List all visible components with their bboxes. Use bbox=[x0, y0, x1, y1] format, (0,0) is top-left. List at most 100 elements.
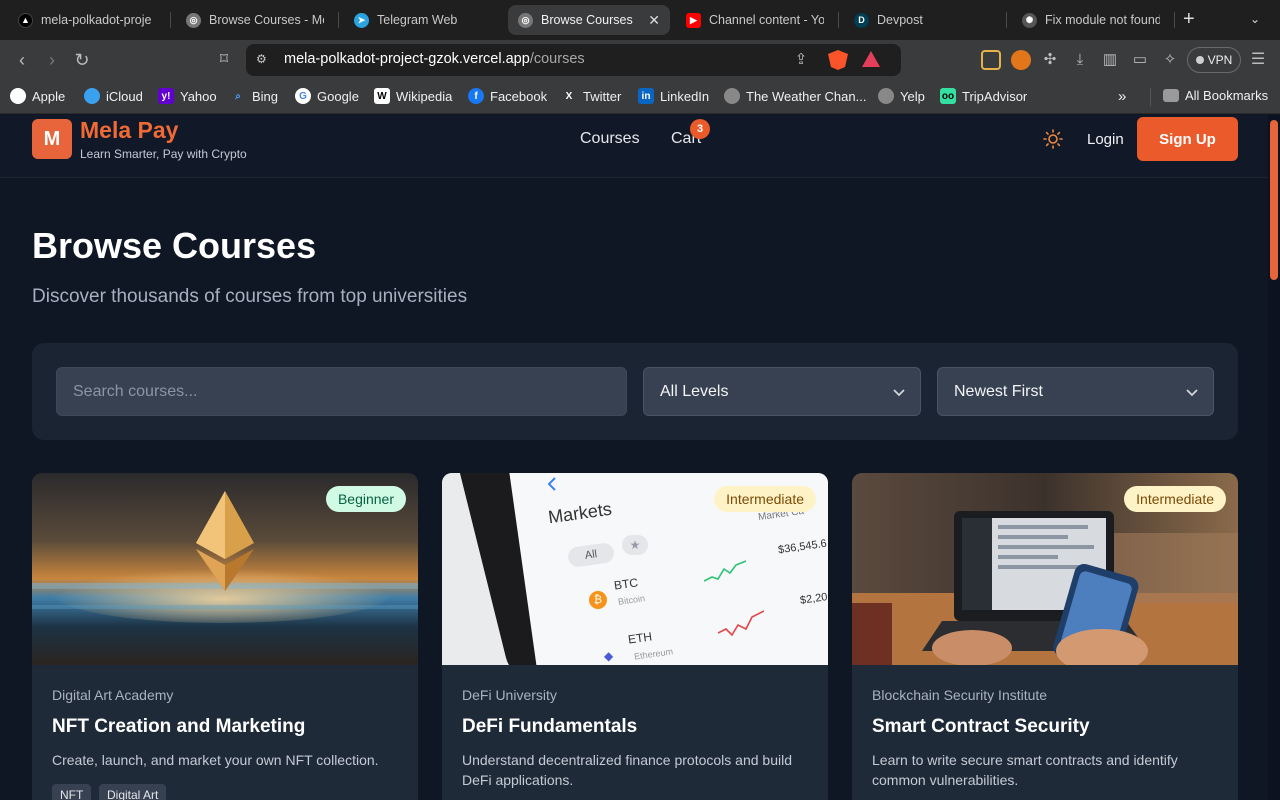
bookmark-wikipedia[interactable]: W Wikipedia bbox=[374, 88, 452, 104]
theme-toggle-sun-icon[interactable] bbox=[1043, 129, 1063, 149]
vpn-status-icon bbox=[1195, 56, 1204, 64]
bookmark-tripadvisor[interactable]: oo TripAdvisor bbox=[940, 88, 1027, 104]
course-description: Understand decentralized finance protoco… bbox=[462, 752, 792, 788]
icloud-icon bbox=[84, 88, 100, 104]
eth-sparkline bbox=[718, 610, 764, 637]
back-icon[interactable]: ‹ bbox=[10, 48, 34, 72]
brand-tagline: Learn Smarter, Pay with Crypto bbox=[80, 147, 247, 161]
course-card[interactable]: Markets Market Ca All ★ ₿ BTC Bitcoin $3… bbox=[442, 473, 828, 800]
tab-telegram[interactable]: ➤ Telegram Web bbox=[344, 5, 502, 35]
browser-tab-bar: ▲ mela-polkadot-proje ◎ Browse Courses -… bbox=[0, 0, 1280, 40]
level-filter-select[interactable]: All Levels bbox=[643, 367, 921, 416]
new-tab-button[interactable]: + bbox=[1183, 8, 1195, 30]
forward-icon[interactable]: › bbox=[40, 48, 64, 72]
bookmark-bing[interactable]: ⌕ Bing bbox=[230, 88, 278, 104]
metamask-icon[interactable] bbox=[1011, 50, 1031, 70]
chevron-down-icon bbox=[1186, 389, 1198, 397]
globe-icon bbox=[878, 88, 894, 104]
reload-icon[interactable]: ↻ bbox=[70, 48, 94, 72]
reader-extension-icon[interactable] bbox=[981, 50, 1001, 70]
nav-courses-link[interactable]: Courses bbox=[580, 130, 640, 148]
bookmark-page-icon[interactable]: ⌑ bbox=[212, 48, 236, 72]
vpn-button[interactable]: VPN bbox=[1187, 47, 1241, 73]
linkedin-icon: in bbox=[638, 88, 654, 104]
menu-icon[interactable]: ☰ bbox=[1246, 48, 1270, 72]
bookmark-icloud[interactable]: iCloud bbox=[84, 88, 143, 104]
course-provider: DeFi University bbox=[462, 687, 557, 703]
bookmark-yelp[interactable]: Yelp bbox=[878, 88, 925, 104]
tab-chatgpt[interactable]: ✺ Fix module not found bbox=[1012, 5, 1170, 35]
star-icon: ★ bbox=[622, 535, 648, 555]
yahoo-icon: y! bbox=[158, 88, 174, 104]
course-title[interactable]: Smart Contract Security bbox=[872, 716, 1090, 738]
sort-select[interactable]: Newest First bbox=[937, 367, 1214, 416]
bookmark-weather[interactable]: The Weather Chan... bbox=[724, 88, 866, 104]
close-tab-icon[interactable]: ✕ bbox=[642, 12, 660, 29]
course-card[interactable]: Intermediate Blockchain Security Institu… bbox=[852, 473, 1238, 800]
leo-ai-icon[interactable]: ✧ bbox=[1158, 48, 1182, 72]
course-title[interactable]: NFT Creation and Marketing bbox=[52, 716, 305, 738]
search-input[interactable] bbox=[56, 367, 627, 416]
scrollbar-thumb[interactable] bbox=[1270, 120, 1278, 280]
login-link[interactable]: Login bbox=[1087, 131, 1124, 148]
ethereum-icon: ◆ bbox=[604, 649, 614, 663]
tab-browse-courses-1[interactable]: ◎ Browse Courses - Me bbox=[176, 5, 334, 35]
youtube-icon: ▶ bbox=[686, 12, 701, 28]
more-bookmarks-chevron[interactable]: » bbox=[1118, 88, 1126, 105]
sidebar-icon[interactable]: ▥ bbox=[1098, 48, 1122, 72]
wallet-icon[interactable]: ▭ bbox=[1128, 48, 1152, 72]
share-icon[interactable]: ⇪ bbox=[789, 48, 813, 72]
tab-vercel[interactable]: ▲ mela-polkadot-proje bbox=[8, 5, 166, 35]
signup-button[interactable]: Sign Up bbox=[1137, 117, 1238, 161]
globe-icon: ◎ bbox=[186, 12, 201, 28]
all-bookmarks[interactable]: All Bookmarks bbox=[1163, 88, 1268, 103]
tab-devpost[interactable]: D Devpost bbox=[844, 5, 1002, 35]
globe-icon: ◎ bbox=[518, 12, 533, 28]
bitcoin-icon: ₿ bbox=[589, 591, 607, 609]
tab-youtube[interactable]: ▶ Channel content - Yo bbox=[676, 5, 834, 35]
brave-shields-icon[interactable] bbox=[828, 50, 848, 70]
back-chevron-icon bbox=[547, 477, 556, 491]
bing-icon: ⌕ bbox=[235, 90, 241, 102]
bookmark-linkedin[interactable]: in LinkedIn bbox=[638, 88, 709, 104]
course-provider: Digital Art Academy bbox=[52, 687, 174, 703]
course-provider: Blockchain Security Institute bbox=[872, 687, 1048, 703]
google-icon: G bbox=[295, 88, 311, 104]
course-card[interactable]: Beginner Digital Art Academy NFT Creatio… bbox=[32, 473, 418, 800]
level-badge: Beginner bbox=[325, 486, 406, 512]
extensions-icon[interactable]: ✣ bbox=[1038, 48, 1062, 72]
brave-rewards-icon[interactable] bbox=[862, 51, 880, 67]
downloads-icon[interactable]: ⤓ bbox=[1068, 48, 1092, 72]
btc-sparkline bbox=[704, 560, 746, 582]
course-tag: Digital Art bbox=[99, 784, 167, 800]
globe-icon bbox=[724, 88, 740, 104]
course-tag: NFT bbox=[52, 784, 92, 800]
folder-icon bbox=[1163, 89, 1179, 102]
cart-count-badge: 3 bbox=[690, 119, 710, 139]
logo-mark[interactable]: M bbox=[32, 119, 72, 159]
course-title[interactable]: DeFi Fundamentals bbox=[462, 716, 637, 738]
wikipedia-icon: W bbox=[374, 88, 390, 104]
course-description: Learn to write secure smart contracts an… bbox=[872, 752, 1178, 788]
twitter-icon: X bbox=[565, 90, 573, 102]
site-settings-icon[interactable]: ⚙ bbox=[256, 52, 270, 66]
bookmark-google[interactable]: G Google bbox=[295, 88, 359, 104]
bookmark-apple[interactable]: Apple bbox=[10, 88, 65, 104]
page-title: Browse Courses bbox=[32, 225, 317, 266]
brand-name[interactable]: Mela Pay bbox=[80, 117, 178, 144]
level-badge: Intermediate bbox=[1124, 486, 1226, 512]
tab-browse-courses-active[interactable]: ◎ Browse Courses ✕ bbox=[508, 5, 670, 35]
bookmark-facebook[interactable]: f Facebook bbox=[468, 88, 547, 104]
bookmark-yahoo[interactable]: y! Yahoo bbox=[158, 88, 217, 104]
tab-search-chevron-icon[interactable]: ⌄ bbox=[1250, 12, 1260, 26]
vercel-icon: ▲ bbox=[18, 12, 33, 28]
page-subtitle: Discover thousands of courses from top u… bbox=[32, 286, 468, 307]
tripadvisor-icon: oo bbox=[940, 88, 956, 104]
page-viewport: M Mela Pay Learn Smarter, Pay with Crypt… bbox=[0, 115, 1280, 800]
address-url[interactable]: mela-polkadot-project-gzok.vercel.app/co… bbox=[284, 51, 585, 67]
site-header: M Mela Pay Learn Smarter, Pay with Crypt… bbox=[0, 115, 1268, 178]
apple-icon bbox=[10, 88, 26, 104]
bookmark-twitter[interactable]: X Twitter bbox=[561, 88, 622, 104]
level-badge: Intermediate bbox=[714, 486, 816, 512]
telegram-icon: ➤ bbox=[354, 12, 369, 28]
